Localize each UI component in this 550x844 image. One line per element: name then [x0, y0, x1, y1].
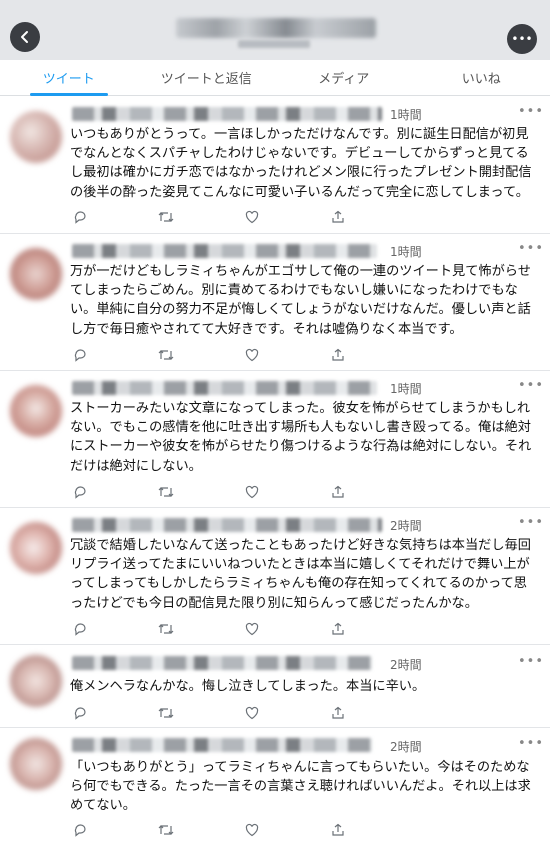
retweet-icon[interactable] — [158, 209, 174, 225]
blurred-username[interactable] — [72, 244, 377, 258]
share-icon[interactable] — [330, 347, 346, 363]
reply-icon[interactable] — [72, 822, 88, 838]
tweet-item[interactable]: 1時間 ••• ストーカーみたいな文章になってしまった。彼女を怖がらせてしまうか… — [0, 371, 550, 508]
avatar[interactable] — [10, 738, 62, 790]
tab-label: メディア — [318, 72, 370, 87]
heart-icon[interactable] — [244, 705, 260, 721]
tweet-item[interactable]: 2時間 ••• 俺メンヘラなんかな。悔し泣きしてしまった。本当に辛い。 — [0, 645, 550, 728]
tweet-text: ストーカーみたいな文章になってしまった。彼女を怖がらせてしまうかもしれない。でも… — [70, 401, 532, 474]
tab-tweets[interactable]: ツイート — [0, 60, 138, 96]
blurred-username[interactable] — [72, 738, 372, 752]
reply-icon[interactable] — [72, 484, 88, 500]
blurred-profile-name — [176, 18, 376, 38]
reply-icon[interactable] — [72, 621, 88, 637]
reply-icon[interactable] — [72, 705, 88, 721]
tweet-time[interactable]: 1時間 — [390, 243, 422, 260]
tweet-text: 冗談で結婚したいなんて送ったこともあったけど好きな気持ちは本当だし毎回リプライ送… — [70, 538, 531, 611]
reply-icon[interactable] — [72, 347, 88, 363]
active-tab-indicator — [30, 93, 108, 96]
tweet-time[interactable]: 1時間 — [390, 380, 422, 397]
avatar[interactable] — [10, 655, 62, 707]
avatar[interactable] — [10, 522, 62, 574]
retweet-icon[interactable] — [158, 347, 174, 363]
tweet-item[interactable]: 2時間 ••• 「いつもありがとう」ってラミィちゃんに言ってもらいたい。今はその… — [0, 728, 550, 844]
retweet-icon[interactable] — [158, 484, 174, 500]
blurred-username[interactable] — [72, 656, 372, 670]
heart-icon[interactable] — [244, 484, 260, 500]
blurred-username[interactable] — [72, 518, 382, 532]
heart-icon[interactable] — [244, 621, 260, 637]
tweet-time[interactable]: 2時間 — [390, 517, 422, 534]
tweet-actions — [72, 705, 372, 721]
tweet-item[interactable]: 1時間 ••• いつもありがとうって。一言ほしかっただけなんです。別に誕生日配信… — [0, 97, 550, 234]
blurred-tweet-count — [238, 40, 310, 48]
tweet-actions — [72, 822, 372, 838]
tweet-more-icon[interactable]: ••• — [518, 736, 544, 751]
tweet-item[interactable]: 2時間 ••• 冗談で結婚したいなんて送ったこともあったけど好きな気持ちは本当だ… — [0, 508, 550, 645]
tweet-actions — [72, 209, 372, 225]
tweet-more-icon[interactable]: ••• — [518, 104, 544, 119]
avatar[interactable] — [10, 248, 62, 300]
share-icon[interactable] — [330, 822, 346, 838]
blurred-username[interactable] — [72, 107, 382, 121]
tab-label: ツイート — [42, 72, 95, 87]
tab-media[interactable]: メディア — [275, 60, 413, 95]
profile-tabs: ツイート ツイートと返信 メディア いいね — [0, 60, 550, 96]
share-icon[interactable] — [330, 209, 346, 225]
heart-icon[interactable] — [244, 209, 260, 225]
reply-icon[interactable] — [72, 209, 88, 225]
avatar[interactable] — [10, 111, 62, 163]
retweet-icon[interactable] — [158, 621, 174, 637]
retweet-icon[interactable] — [158, 822, 174, 838]
heart-icon[interactable] — [244, 822, 260, 838]
heart-icon[interactable] — [244, 347, 260, 363]
tweet-text: 万が一だけどもしラミィちゃんがエゴサして俺の一連のツイート見て怖がらせてしまった… — [70, 264, 531, 337]
more-options-button[interactable]: ••• — [507, 24, 537, 54]
avatar[interactable] — [10, 385, 62, 437]
tab-likes[interactable]: いいね — [413, 60, 550, 95]
share-icon[interactable] — [330, 484, 346, 500]
tweet-text: 俺メンヘラなんかな。悔し泣きしてしまった。本当に辛い。 — [70, 679, 426, 694]
tweet-more-icon[interactable]: ••• — [518, 241, 544, 256]
tweet-actions — [72, 621, 372, 637]
tweet-text: 「いつもありがとう」ってラミィちゃんに言ってもらいたい。今はそのためなら何でもで… — [70, 760, 531, 814]
tweet-more-icon[interactable]: ••• — [518, 378, 544, 393]
tweet-time[interactable]: 2時間 — [390, 738, 422, 755]
tweet-time[interactable]: 2時間 — [390, 656, 422, 673]
tweet-time[interactable]: 1時間 — [390, 106, 422, 123]
share-icon[interactable] — [330, 705, 346, 721]
blurred-username[interactable] — [72, 381, 377, 395]
tab-tweets-and-replies[interactable]: ツイートと返信 — [138, 60, 276, 95]
ellipsis-icon: ••• — [511, 32, 533, 46]
retweet-icon[interactable] — [158, 705, 174, 721]
tweet-more-icon[interactable]: ••• — [518, 654, 544, 669]
tab-label: いいね — [461, 72, 501, 87]
back-button[interactable] — [10, 22, 40, 52]
tweet-text: いつもありがとうって。一言ほしかっただけなんです。別に誕生日配信が初見でなんとな… — [70, 127, 532, 200]
tweet-item[interactable]: 1時間 ••• 万が一だけどもしラミィちゃんがエゴサして俺の一連のツイート見て怖… — [0, 234, 550, 371]
profile-header: ••• — [0, 0, 550, 60]
tab-label: ツイートと返信 — [160, 72, 252, 87]
tweet-actions — [72, 347, 372, 363]
tweet-more-icon[interactable]: ••• — [518, 515, 544, 530]
chevron-left-icon — [21, 31, 28, 43]
tweet-actions — [72, 484, 372, 500]
share-icon[interactable] — [330, 621, 346, 637]
